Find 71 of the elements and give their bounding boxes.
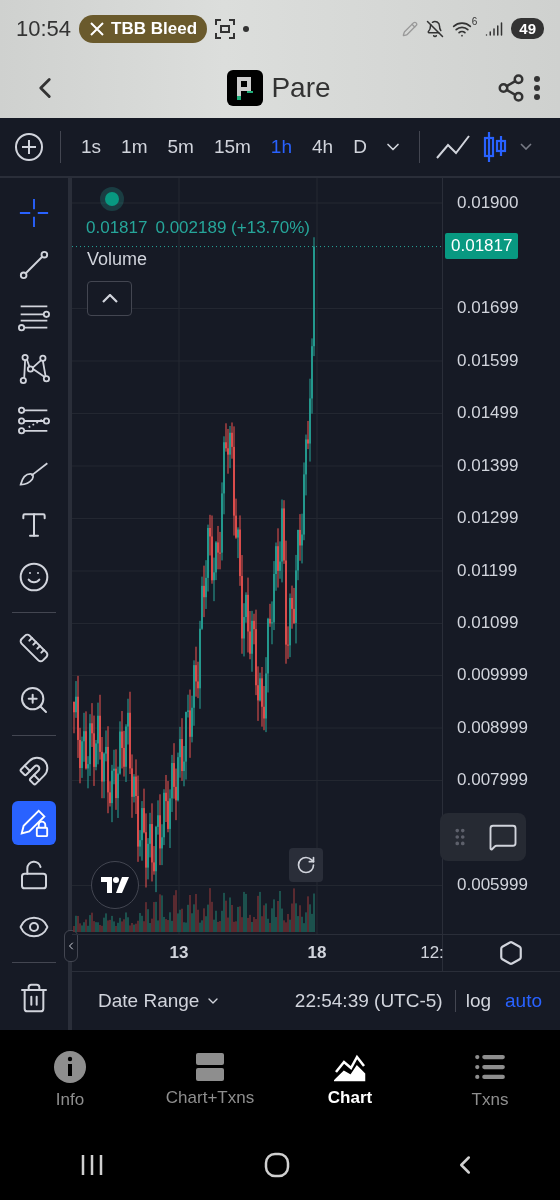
share-icon bbox=[496, 72, 526, 103]
clock-time: 10:54 bbox=[16, 15, 72, 42]
battery-level: 49 bbox=[511, 18, 544, 40]
dot-icon bbox=[243, 25, 250, 32]
lock-drawing-tool-button[interactable] bbox=[12, 800, 56, 845]
bottom-nav-tab[interactable]: Txns bbox=[420, 1030, 560, 1131]
pencil-icon bbox=[401, 20, 418, 37]
notification-chip[interactable]: TBB Bleed bbox=[79, 14, 208, 43]
date-range-button[interactable]: Date Range bbox=[94, 990, 226, 1012]
bottom-nav-tab[interactable]: Chart bbox=[280, 1030, 420, 1131]
network-type-label: 6 bbox=[471, 16, 478, 27]
current-price-label: 0.01817 bbox=[445, 233, 519, 260]
price-axis-label: 0.01099 bbox=[457, 613, 519, 634]
collapse-legend-button[interactable] bbox=[87, 280, 132, 316]
price-axis-label: 0.009999 bbox=[457, 665, 528, 686]
tradingview-logo-icon bbox=[91, 860, 139, 909]
trash-icon bbox=[18, 981, 50, 1014]
time-axis-label: 13 bbox=[169, 942, 189, 963]
price-axis-label: 0.01900 bbox=[457, 192, 519, 213]
price-axis-label: 0.01199 bbox=[457, 560, 518, 581]
time-axis-label: 18 bbox=[307, 942, 327, 963]
auto-scale-toggle[interactable]: auto bbox=[501, 990, 546, 1012]
signal-icon bbox=[485, 19, 504, 38]
price-axis-label: 0.01499 bbox=[457, 403, 519, 424]
live-indicator-dot bbox=[100, 186, 124, 211]
candles-icon bbox=[481, 130, 508, 163]
more-icon bbox=[534, 75, 540, 100]
settings-icon[interactable] bbox=[498, 939, 524, 966]
interval-tab[interactable]: 1m bbox=[113, 131, 156, 162]
interval-tab[interactable]: D bbox=[345, 131, 375, 162]
bottom-nav-tab[interactable]: Chart+Txns bbox=[140, 1030, 280, 1131]
area-chart-icon bbox=[334, 1052, 366, 1083]
log-scale-toggle[interactable]: log bbox=[461, 990, 495, 1012]
interval-tab[interactable]: 5m bbox=[159, 131, 202, 162]
price-axis-label: 0.01699 bbox=[457, 298, 519, 319]
price-axis-label: 0.01399 bbox=[457, 455, 519, 476]
interval-tab[interactable]: 1s bbox=[73, 131, 110, 162]
recent-apps-icon[interactable] bbox=[80, 1154, 104, 1177]
app-logo-icon bbox=[227, 69, 264, 106]
interval-tab[interactable]: 4h bbox=[304, 131, 342, 162]
reset-icon bbox=[296, 854, 316, 875]
price-axis-label: 0.007999 bbox=[457, 770, 528, 791]
interval-tab[interactable]: 1h bbox=[262, 131, 300, 162]
reset-chart-button[interactable] bbox=[289, 847, 323, 882]
bottom-nav-tab[interactable]: Info bbox=[0, 1030, 140, 1131]
unlocked-padlock-icon bbox=[18, 858, 50, 891]
legend-change: 0.002189 (+13.70%) bbox=[155, 217, 310, 238]
info-icon bbox=[53, 1050, 87, 1085]
stacked-panels-icon bbox=[195, 1052, 225, 1083]
collapse-toolbar-button[interactable] bbox=[64, 929, 78, 962]
mute-icon bbox=[425, 19, 444, 38]
legend-price: 0.01817 bbox=[86, 217, 148, 238]
x-logo-icon bbox=[89, 20, 106, 37]
volume-label: Volume bbox=[87, 248, 148, 270]
chevron-up-icon bbox=[101, 293, 118, 303]
chevron-down-icon bbox=[519, 143, 532, 151]
interval-tab[interactable]: 15m bbox=[205, 131, 259, 162]
home-icon[interactable] bbox=[264, 1152, 290, 1179]
page-title: Pare bbox=[271, 71, 331, 104]
screenshot-icon bbox=[215, 18, 236, 39]
chart-clock: 22:54:39 (UTC-5) bbox=[294, 990, 456, 1012]
chat-widget[interactable] bbox=[440, 812, 526, 861]
price-axis-label: 0.008999 bbox=[457, 717, 528, 738]
ruler-icon bbox=[18, 631, 50, 664]
price-axis-label: 0.01599 bbox=[457, 350, 519, 371]
time-axis-label: 12: bbox=[420, 942, 444, 963]
price-axis-label: 0.005999 bbox=[457, 875, 528, 896]
magnet-icon bbox=[18, 754, 50, 787]
price-axis-label: 0.01299 bbox=[457, 508, 519, 529]
smiley-icon bbox=[18, 560, 50, 593]
line-chart-icon bbox=[435, 133, 470, 160]
